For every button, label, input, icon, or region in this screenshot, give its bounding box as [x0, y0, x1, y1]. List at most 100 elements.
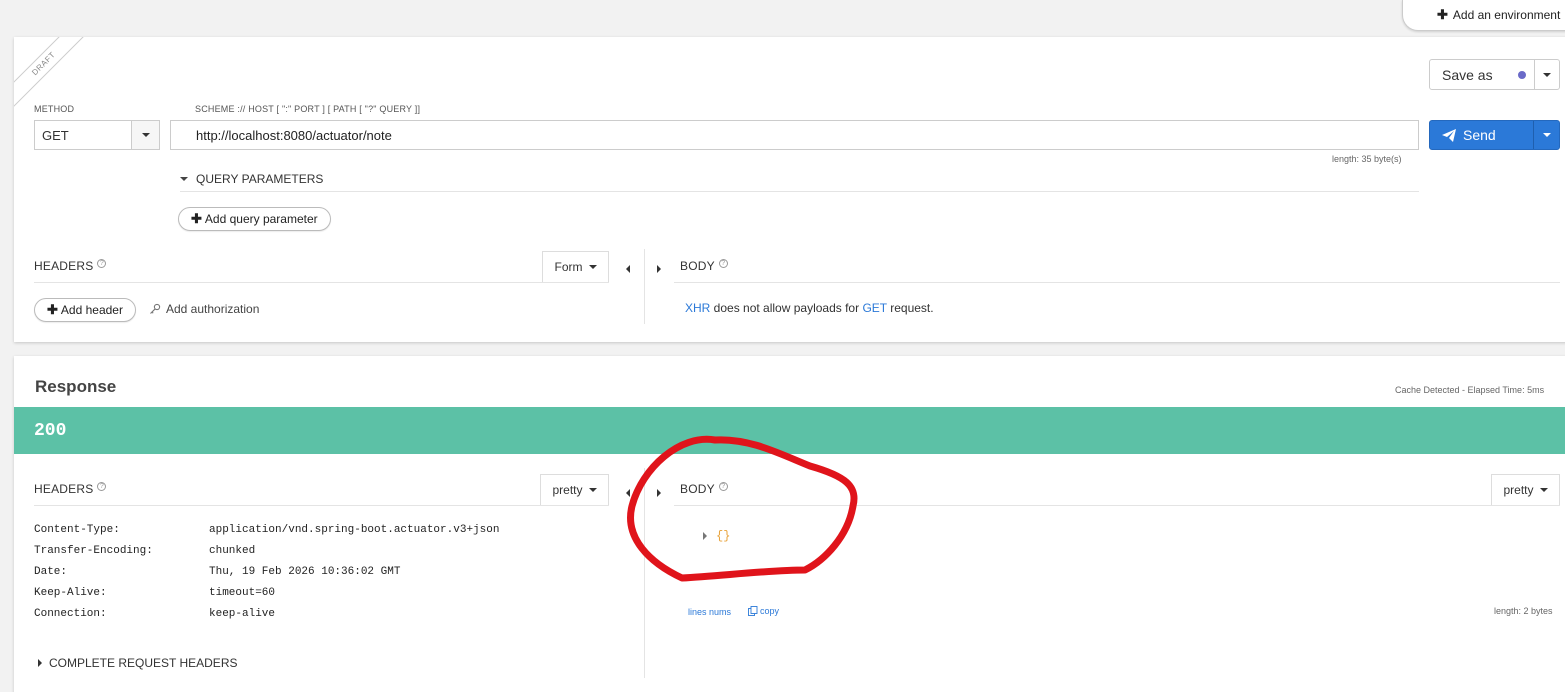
lines-nums-toggle[interactable]: lines nums — [688, 607, 731, 617]
send-label: Send — [1463, 127, 1496, 143]
collapse-right-toggle[interactable] — [657, 262, 661, 276]
json-root[interactable]: {} — [703, 529, 730, 543]
collapse-left-toggle[interactable] — [626, 486, 630, 500]
chevron-down-icon — [141, 133, 150, 137]
copy-label: copy — [760, 606, 780, 616]
divider — [674, 505, 1560, 506]
draft-label: DRAFT — [14, 37, 84, 107]
body-message-end: request. — [886, 301, 934, 315]
plus-icon: ✚ — [1437, 7, 1448, 22]
query-parameters-label: QUERY PARAMETERS — [196, 172, 324, 186]
add-environment-label: Add an environment — [1452, 8, 1561, 22]
cache-info: Cache Detected - Elapsed Time: 5ms — [1395, 385, 1545, 395]
header-value: chunked — [209, 544, 256, 557]
caret-left-icon — [626, 489, 630, 497]
request-body-title: BODY? — [680, 259, 728, 273]
header-value: timeout=60 — [209, 587, 276, 600]
add-header-label: Add header — [60, 303, 123, 317]
collapse-right-toggle[interactable] — [657, 486, 661, 500]
body-message: XHR does not allow payloads for GET requ… — [685, 301, 934, 315]
request-headers-title: HEADERS? — [34, 259, 107, 273]
caret-right-icon — [703, 532, 707, 540]
response-body-title: BODY? — [680, 482, 728, 496]
add-header-button[interactable]: ✚ Add header — [34, 298, 136, 322]
method-link[interactable]: GET — [862, 301, 886, 315]
save-as-label: Save as — [1442, 66, 1493, 83]
header-row: Transfer-Encoding: chunked — [34, 540, 499, 561]
response-headers-table: Content-Type: application/vnd.spring-boot… — [34, 519, 499, 625]
add-environment-button[interactable]: ✚ Add an environment — [1402, 0, 1565, 31]
help-icon[interactable]: ? — [718, 259, 728, 268]
add-query-parameter-label: Add query parameter — [204, 212, 318, 226]
xhr-link[interactable]: XHR — [685, 301, 710, 315]
request-panel: DRAFT METHOD SCHEME :// HOST [ ":" PORT … — [14, 37, 1565, 342]
url-length-info: length: 35 byte(s) — [1332, 154, 1402, 164]
header-key: Transfer-Encoding: — [34, 544, 153, 557]
header-key: Date: — [34, 565, 68, 578]
body-pretty-select[interactable]: pretty — [1491, 474, 1560, 506]
caret-right-icon — [38, 659, 42, 667]
response-title: Response — [35, 377, 117, 396]
save-as-button[interactable]: Save as — [1429, 59, 1560, 90]
divider — [34, 282, 609, 283]
paper-plane-icon — [1442, 128, 1456, 142]
complete-request-headers-label: COMPLETE REQUEST HEADERS — [49, 656, 238, 670]
response-panel: Response Cache Detected - Elapsed Time: … — [14, 356, 1565, 692]
response-headers-title: HEADERS? — [34, 482, 107, 496]
collapse-left-toggle[interactable] — [626, 262, 630, 276]
copy-button[interactable]: copy — [748, 606, 779, 616]
response-body-label: BODY — [680, 482, 715, 496]
query-parameters-toggle[interactable]: QUERY PARAMETERS — [180, 167, 1419, 192]
request-body-label: BODY — [680, 259, 715, 273]
add-authorization-link[interactable]: Add authorization — [149, 302, 259, 316]
help-icon[interactable]: ? — [97, 259, 107, 268]
complete-request-headers-toggle[interactable]: COMPLETE REQUEST HEADERS — [38, 656, 237, 670]
send-button[interactable]: Send — [1429, 120, 1560, 150]
panel-splitter[interactable] — [644, 468, 645, 678]
caret-right-icon — [657, 265, 661, 273]
header-value: application/vnd.spring-boot.actuator.v3+… — [209, 523, 500, 536]
chevron-down-icon — [1539, 488, 1548, 492]
key-icon — [150, 303, 161, 314]
copy-icon — [748, 606, 758, 616]
chevron-down-icon — [1542, 133, 1551, 137]
panel-splitter[interactable] — [644, 249, 645, 324]
header-row: Keep-Alive: timeout=60 — [34, 583, 499, 604]
draft-ribbon: DRAFT — [14, 37, 84, 107]
headers-pretty-select[interactable]: pretty — [540, 474, 609, 506]
send-dropdown[interactable] — [1533, 121, 1559, 149]
method-value: GET — [42, 127, 69, 143]
caret-left-icon — [626, 265, 630, 273]
chevron-down-icon — [180, 177, 188, 181]
body-message-text: does not allow payloads for — [710, 301, 863, 315]
plus-icon: ✚ — [191, 211, 202, 226]
headers-form-select[interactable]: Form — [542, 251, 609, 283]
header-row: Content-Type: application/vnd.spring-boot… — [34, 519, 499, 540]
header-key: Connection: — [34, 608, 107, 621]
header-value: keep-alive — [209, 608, 276, 621]
add-authorization-label: Add authorization — [166, 302, 260, 316]
url-input[interactable] — [170, 120, 1419, 150]
status-code: 200 — [34, 420, 67, 441]
plus-icon: ✚ — [47, 302, 58, 317]
chevron-down-icon — [1543, 72, 1551, 77]
json-value: {} — [716, 529, 731, 543]
add-query-parameter-button[interactable]: ✚ Add query parameter — [178, 207, 331, 231]
header-row: Connection: keep-alive — [34, 604, 499, 625]
header-key: Keep-Alive: — [34, 587, 107, 600]
method-select[interactable]: GET — [34, 120, 160, 150]
help-icon[interactable]: ? — [97, 482, 107, 491]
header-row: Date: Thu, 19 Feb 2026 10:36:02 GMT — [34, 561, 499, 582]
save-as-dropdown[interactable] — [1534, 60, 1559, 89]
method-dropdown-toggle[interactable] — [131, 121, 159, 149]
form-label: Form — [554, 260, 583, 274]
header-key: Content-Type: — [34, 523, 120, 536]
request-headers-label: HEADERS — [34, 259, 94, 273]
chevron-down-icon — [588, 265, 597, 269]
chevron-down-icon — [588, 488, 597, 492]
url-format-label: SCHEME :// HOST [ ":" PORT ] [ PATH [ "?… — [195, 104, 421, 114]
headers-format-label: pretty — [552, 483, 583, 497]
response-headers-label: HEADERS — [34, 482, 94, 496]
help-icon[interactable]: ? — [718, 482, 728, 491]
unsaved-dot-icon — [1518, 70, 1526, 79]
